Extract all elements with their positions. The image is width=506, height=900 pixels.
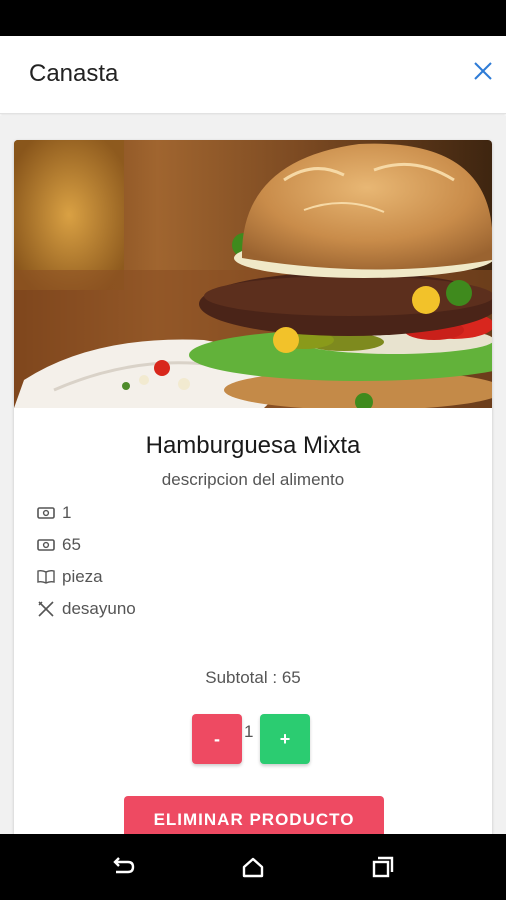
product-name: Hamburguesa Mixta: [145, 432, 361, 459]
info-row-unit: pieza: [36, 566, 103, 588]
recents-button[interactable]: [370, 854, 396, 880]
recents-icon: [372, 856, 394, 878]
delete-product-button[interactable]: ELIMINAR PRODUCTO: [124, 796, 384, 834]
back-icon: [113, 857, 135, 874]
product-description: descripcion del alimento: [161, 470, 345, 489]
book-icon: [37, 569, 55, 584]
info-unit: pieza: [62, 567, 103, 586]
decrease-quantity-button[interactable]: -: [192, 714, 242, 764]
subtotal-value: 65: [281, 668, 301, 687]
product-card: Hamburguesa Mixta descripcion del alimen…: [14, 140, 492, 834]
status-bar: [0, 0, 506, 36]
food-image: [14, 140, 492, 408]
subtotal-label: Subtotal :: [205, 668, 282, 687]
info-row-quantity: 1: [36, 502, 71, 524]
modal-header: Canasta: [0, 36, 506, 114]
increase-quantity-button[interactable]: +: [260, 714, 310, 764]
close-icon: [474, 62, 492, 80]
home-icon: [242, 857, 264, 878]
subtotal: Subtotal : 65: [14, 668, 492, 688]
page-title: Canasta: [29, 60, 119, 87]
close-button[interactable]: [472, 60, 494, 82]
back-button[interactable]: [110, 854, 136, 880]
money-icon: [37, 507, 55, 519]
info-quantity: 1: [62, 503, 72, 522]
info-price: 65: [62, 535, 81, 554]
utensils-icon: [38, 601, 54, 617]
quantity-value: 1: [244, 722, 254, 741]
info-category: desayuno: [62, 599, 136, 618]
info-row-price: 65: [36, 534, 81, 556]
content-area: Hamburguesa Mixta descripcion del alimen…: [0, 116, 506, 834]
money-icon: [37, 539, 55, 551]
info-row-category: desayuno: [36, 598, 136, 620]
navigation-bar: [0, 834, 506, 900]
home-button[interactable]: [240, 854, 266, 880]
